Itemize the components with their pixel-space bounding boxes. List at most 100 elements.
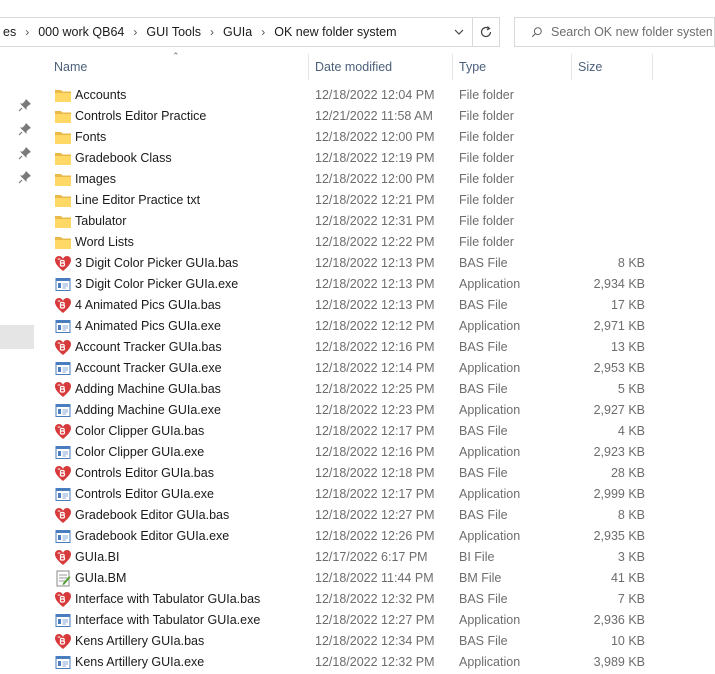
- column-header-date-label: Date modified: [315, 60, 393, 74]
- file-type: BAS File: [459, 382, 508, 396]
- file-date-modified: 12/18/2022 12:31 PM: [315, 214, 435, 228]
- file-row[interactable]: Interface with Tabulator GUIa.bas 12/18/2…: [48, 589, 668, 610]
- pin-icon[interactable]: [18, 98, 32, 112]
- file-size: 28 KB: [610, 466, 645, 480]
- column-header-size[interactable]: Size: [572, 54, 652, 80]
- file-type: Application: [459, 445, 521, 459]
- breadcrumb: es › 000 work QB64 › GUI Tools › GUIa › …: [0, 18, 399, 46]
- file-size: 17 KB: [610, 298, 645, 312]
- file-date-modified: 12/18/2022 12:00 PM: [315, 130, 435, 144]
- refresh-button[interactable]: [472, 17, 500, 47]
- file-row[interactable]: Kens Artillery GUIa.exe 12/18/2022 12:32 …: [48, 652, 668, 673]
- nav-selected-item[interactable]: [0, 325, 34, 349]
- file-size: [575, 232, 645, 253]
- file-type: Application: [459, 655, 521, 669]
- file-type: File folder: [459, 235, 514, 249]
- file-name: 4 Animated Pics GUIa.exe: [75, 319, 221, 333]
- file-size: 2,934 KB: [593, 277, 645, 291]
- bm-file-icon: [54, 570, 72, 587]
- search-box[interactable]: [514, 17, 715, 47]
- file-date-modified: 12/18/2022 12:18 PM: [315, 466, 435, 480]
- file-row[interactable]: Controls Editor GUIa.exe 12/18/2022 12:17…: [48, 484, 668, 505]
- file-row[interactable]: Gradebook Editor GUIa.bas 12/18/2022 12:2…: [48, 505, 668, 526]
- folder-row[interactable]: Controls Editor Practice 12/21/2022 11:58…: [48, 106, 668, 127]
- file-date-modified: 12/18/2022 12:17 PM: [315, 487, 435, 501]
- bas-file-icon: [54, 633, 72, 650]
- file-row[interactable]: Adding Machine GUIa.bas 12/18/2022 12:25 …: [48, 379, 668, 400]
- application-icon: [54, 276, 72, 293]
- file-size: 7 KB: [617, 592, 645, 606]
- file-row[interactable]: Interface with Tabulator GUIa.exe 12/18/2…: [48, 610, 668, 631]
- file-row[interactable]: Color Clipper GUIa.exe 12/18/2022 12:16 P…: [48, 442, 668, 463]
- file-row[interactable]: Gradebook Editor GUIa.exe 12/18/2022 12:2…: [48, 526, 668, 547]
- file-size: [575, 190, 645, 211]
- search-input[interactable]: [549, 24, 714, 40]
- pin-icon[interactable]: [18, 146, 32, 160]
- pin-icon[interactable]: [18, 122, 32, 136]
- chevron-down-icon: [454, 29, 464, 35]
- breadcrumb-item[interactable]: GUI Tools: [143, 25, 204, 39]
- file-row[interactable]: Account Tracker GUIa.bas 12/18/2022 12:16…: [48, 337, 668, 358]
- file-size: 2,953 KB: [593, 361, 645, 375]
- file-size: 13 KB: [610, 340, 645, 354]
- file-date-modified: 12/18/2022 12:04 PM: [315, 88, 435, 102]
- refresh-icon: [480, 26, 492, 38]
- folder-icon: [54, 192, 72, 209]
- column-header-date[interactable]: Date modified: [309, 54, 452, 80]
- file-date-modified: 12/18/2022 12:17 PM: [315, 424, 435, 438]
- file-row[interactable]: 4 Animated Pics GUIa.exe 12/18/2022 12:12…: [48, 316, 668, 337]
- file-row[interactable]: 4 Animated Pics GUIa.bas 12/18/2022 12:13…: [48, 295, 668, 316]
- file-type: File folder: [459, 151, 514, 165]
- file-row[interactable]: Adding Machine GUIa.exe 12/18/2022 12:23 …: [48, 400, 668, 421]
- file-name: Interface with Tabulator GUIa.bas: [75, 592, 261, 606]
- file-row[interactable]: 3 Digit Color Picker GUIa.bas 12/18/2022 …: [48, 253, 668, 274]
- application-icon: [54, 654, 72, 671]
- breadcrumb-item[interactable]: GUIa: [220, 25, 255, 39]
- file-row[interactable]: 3 Digit Color Picker GUIa.exe 12/18/2022 …: [48, 274, 668, 295]
- file-name: Tabulator: [75, 214, 127, 228]
- file-row[interactable]: Controls Editor GUIa.bas 12/18/2022 12:18…: [48, 463, 668, 484]
- column-divider[interactable]: [652, 54, 653, 80]
- column-header-name[interactable]: Name ⌃: [48, 51, 308, 80]
- address-bar[interactable]: es › 000 work QB64 › GUI Tools › GUIa › …: [0, 17, 500, 47]
- file-type: File folder: [459, 214, 514, 228]
- file-row[interactable]: Color Clipper GUIa.bas 12/18/2022 12:17 P…: [48, 421, 668, 442]
- chevron-right-icon[interactable]: ›: [255, 25, 271, 39]
- folder-icon: [54, 171, 72, 188]
- file-row[interactable]: Account Tracker GUIa.exe 12/18/2022 12:14…: [48, 358, 668, 379]
- breadcrumb-item[interactable]: 000 work QB64: [35, 25, 127, 39]
- file-row[interactable]: GUIa.BM 12/18/2022 11:44 PM BM File 41 KB: [48, 568, 668, 589]
- folder-row[interactable]: Fonts 12/18/2022 12:00 PM File folder: [48, 127, 668, 148]
- file-type: BAS File: [459, 340, 508, 354]
- folder-row[interactable]: Images 12/18/2022 12:00 PM File folder: [48, 169, 668, 190]
- file-name: Account Tracker GUIa.bas: [75, 340, 222, 354]
- address-history-dropdown[interactable]: [445, 18, 473, 46]
- file-name: Images: [75, 172, 116, 186]
- folder-row[interactable]: Accounts 12/18/2022 12:04 PM File folder: [48, 85, 668, 106]
- file-name: 3 Digit Color Picker GUIa.exe: [75, 277, 239, 291]
- pin-icon[interactable]: [18, 170, 32, 184]
- breadcrumb-item[interactable]: OK new folder system: [271, 25, 399, 39]
- file-row[interactable]: GUIa.BI 12/17/2022 6:17 PM BI File 3 KB: [48, 547, 668, 568]
- file-date-modified: 12/18/2022 12:13 PM: [315, 277, 435, 291]
- file-date-modified: 12/18/2022 12:26 PM: [315, 529, 435, 543]
- file-type: BM File: [459, 571, 502, 585]
- folder-row[interactable]: Tabulator 12/18/2022 12:31 PM File folder: [48, 211, 668, 232]
- bas-file-icon: [54, 255, 72, 272]
- breadcrumb-item[interactable]: es: [0, 25, 19, 39]
- column-header-type[interactable]: Type: [453, 54, 571, 80]
- file-size: [575, 127, 645, 148]
- folder-row[interactable]: Word Lists 12/18/2022 12:22 PM File folder: [48, 232, 668, 253]
- file-name: 4 Animated Pics GUIa.bas: [75, 298, 221, 312]
- chevron-right-icon[interactable]: ›: [204, 25, 220, 39]
- file-size: [575, 169, 645, 190]
- chevron-right-icon[interactable]: ›: [127, 25, 143, 39]
- file-row[interactable]: Kens Artillery GUIa.bas 12/18/2022 12:34 …: [48, 631, 668, 652]
- folder-row[interactable]: Line Editor Practice txt 12/18/2022 12:21…: [48, 190, 668, 211]
- folder-icon: [54, 87, 72, 104]
- application-icon: [54, 402, 72, 419]
- file-size: 2,935 KB: [593, 529, 645, 543]
- file-type: File folder: [459, 193, 514, 207]
- chevron-right-icon[interactable]: ›: [19, 25, 35, 39]
- folder-row[interactable]: Gradebook Class 12/18/2022 12:19 PM File f…: [48, 148, 668, 169]
